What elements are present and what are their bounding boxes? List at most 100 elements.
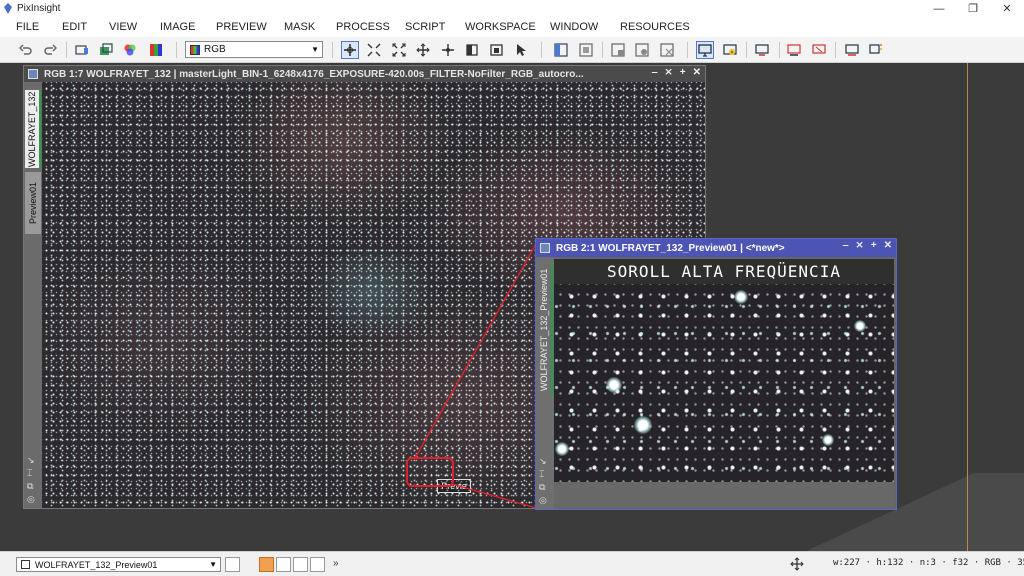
target-icon[interactable]: ◎: [27, 494, 35, 504]
swatch-empty[interactable]: [276, 557, 291, 572]
enable-mask-icon[interactable]: [633, 41, 651, 59]
show-mask-icon[interactable]: [577, 41, 595, 59]
chevron-down-icon: ▼: [209, 560, 217, 569]
crosshair-icon: [790, 557, 804, 571]
side-tool-icons: ↘ ⌶ ⧉ ◎: [539, 456, 547, 505]
fit-view-icon[interactable]: [463, 41, 481, 59]
arrow-icon[interactable]: ↘: [27, 455, 35, 465]
redo-icon[interactable]: [41, 41, 59, 59]
stf-auto-icon[interactable]: [721, 41, 739, 59]
readout-mode-icon[interactable]: [341, 41, 359, 59]
maximize-button[interactable]: +: [871, 240, 877, 251]
preview-window-titlebar[interactable]: RGB 2:1 WOLFRAYET_132_Preview01 | <*new*…: [536, 239, 896, 257]
menu-image[interactable]: IMAGE: [160, 21, 195, 33]
linked-stf-icon[interactable]: [843, 41, 861, 59]
close-window-button[interactable]: ✕: [884, 240, 892, 251]
menu-process[interactable]: PROCESS: [336, 21, 390, 33]
rgb-channels-icon: [190, 44, 200, 55]
main-toolbar: RGB ▼: [0, 37, 1024, 63]
iconize-button[interactable]: ⨯: [664, 67, 672, 78]
shade-button[interactable]: ‒: [652, 67, 658, 78]
toolbar-separator: [541, 42, 542, 58]
image-properties-icon[interactable]: [73, 41, 91, 59]
close-window-button[interactable]: ✕: [693, 67, 701, 78]
duplicate-image-icon[interactable]: [97, 41, 115, 59]
menu-view[interactable]: VIEW: [109, 21, 137, 33]
channel-extraction-icon[interactable]: [147, 41, 165, 59]
preview-highlight-box: [406, 457, 454, 487]
screen-transfer-icon[interactable]: [753, 41, 771, 59]
tab-preview01[interactable]: Preview01: [25, 172, 41, 234]
side-tool-icons: ↘ ⌶ ⧉ ◎: [27, 455, 35, 504]
stf-monitor-icon[interactable]: [696, 41, 714, 59]
menu-script[interactable]: SCRIPT: [405, 21, 445, 33]
star-layer: [554, 284, 894, 482]
zoom-in-icon[interactable]: [365, 41, 383, 59]
color-space-value: RGB: [204, 44, 226, 55]
swatch-orange[interactable]: [259, 557, 274, 572]
close-button[interactable]: ✕: [990, 0, 1024, 17]
iconize-button[interactable]: ⨯: [855, 240, 863, 251]
menu-file[interactable]: FILE: [16, 21, 39, 33]
menu-preview[interactable]: PREVIEW: [216, 21, 267, 33]
toolbar-separator: [687, 42, 688, 58]
view-selector[interactable]: WOLFRAYET_132_Preview01 ▼: [16, 557, 221, 572]
split-icon[interactable]: ⌶: [539, 469, 547, 479]
maximize-button[interactable]: +: [680, 67, 686, 78]
pixinsight-logo-icon: [4, 3, 12, 14]
reset-stf-icon[interactable]: [785, 41, 803, 59]
toolbar-separator: [746, 42, 747, 58]
pan-mode-icon[interactable]: [414, 41, 432, 59]
shade-button[interactable]: ‒: [843, 240, 849, 251]
more-icon[interactable]: »: [333, 558, 339, 569]
target-icon[interactable]: ◎: [539, 495, 547, 505]
chevron-down-icon: ▼: [311, 45, 319, 54]
disable-stf-icon[interactable]: [810, 41, 828, 59]
preview-image-canvas[interactable]: [554, 284, 894, 482]
view-icon: [21, 560, 30, 569]
new-preview-icon[interactable]: [488, 41, 506, 59]
status-bar: WOLFRAYET_132_Preview01 ▼ » w:227 · h:13…: [0, 551, 1024, 576]
invert-mask-icon[interactable]: [609, 41, 627, 59]
menu-resources[interactable]: RESOURCES: [620, 21, 690, 33]
view-explorer-icon[interactable]: [225, 557, 240, 572]
split-icon[interactable]: ⌶: [27, 468, 35, 478]
minimize-button[interactable]: —: [922, 0, 956, 17]
swatch-empty[interactable]: [310, 557, 325, 572]
tab-preview-view[interactable]: WOLFRAYET_132_Preview01: [537, 263, 553, 397]
swatch-empty[interactable]: [293, 557, 308, 572]
stf-settings-icon[interactable]: [867, 41, 885, 59]
bright-star: [822, 434, 834, 446]
preview-window-side-tabs: WOLFRAYET_132_Preview01 ↘ ⌶ ⧉ ◎: [536, 257, 554, 509]
arrow-icon[interactable]: ↘: [539, 456, 547, 466]
menu-mask[interactable]: MASK: [284, 21, 315, 33]
menu-edit[interactable]: EDIT: [62, 21, 87, 33]
preview-window[interactable]: RGB 2:1 WOLFRAYET_132_Preview01 | <*new*…: [535, 238, 897, 510]
main-window-title: RGB 1:7 WOLFRAYET_132 | masterLight_BIN-…: [44, 68, 584, 80]
menu-workspace[interactable]: WORKSPACE: [465, 21, 536, 33]
preview-window-controls: ‒ ⨯ + ✕: [843, 240, 892, 251]
main-window-titlebar[interactable]: RGB 1:7 WOLFRAYET_132 | masterLight_BIN-…: [24, 66, 705, 82]
edit-preview-icon[interactable]: [512, 41, 530, 59]
zoom-out-icon[interactable]: [390, 41, 408, 59]
preview-window-title: RGB 2:1 WOLFRAYET_132_Preview01 | <*new*…: [556, 242, 785, 254]
tab-main-view[interactable]: WOLFRAYET_132: [25, 90, 41, 168]
workspace-guide-line: [967, 63, 968, 551]
color-manager-icon[interactable]: [121, 41, 139, 59]
app-title: PixInsight: [17, 3, 61, 14]
bright-star: [555, 442, 569, 456]
undo-icon[interactable]: [17, 41, 35, 59]
bright-star: [634, 416, 652, 434]
restore-button[interactable]: ❐: [956, 0, 990, 17]
app-titlebar: PixInsight — ❐ ✕: [0, 0, 1024, 17]
toolbar-separator: [176, 42, 177, 58]
remove-mask-icon[interactable]: [658, 41, 676, 59]
image-info-readout: w:227 · h:132 · n:3 · f32 · RGB · 35:: [833, 558, 1024, 568]
image-window-icon: [28, 69, 38, 79]
center-view-icon[interactable]: [439, 41, 457, 59]
mask-icon[interactable]: [552, 41, 570, 59]
copy-view-icon[interactable]: ⧉: [539, 482, 547, 492]
copy-view-icon[interactable]: ⧉: [27, 481, 35, 491]
color-space-select[interactable]: RGB ▼: [185, 41, 323, 58]
menu-window[interactable]: WINDOW: [550, 21, 598, 33]
